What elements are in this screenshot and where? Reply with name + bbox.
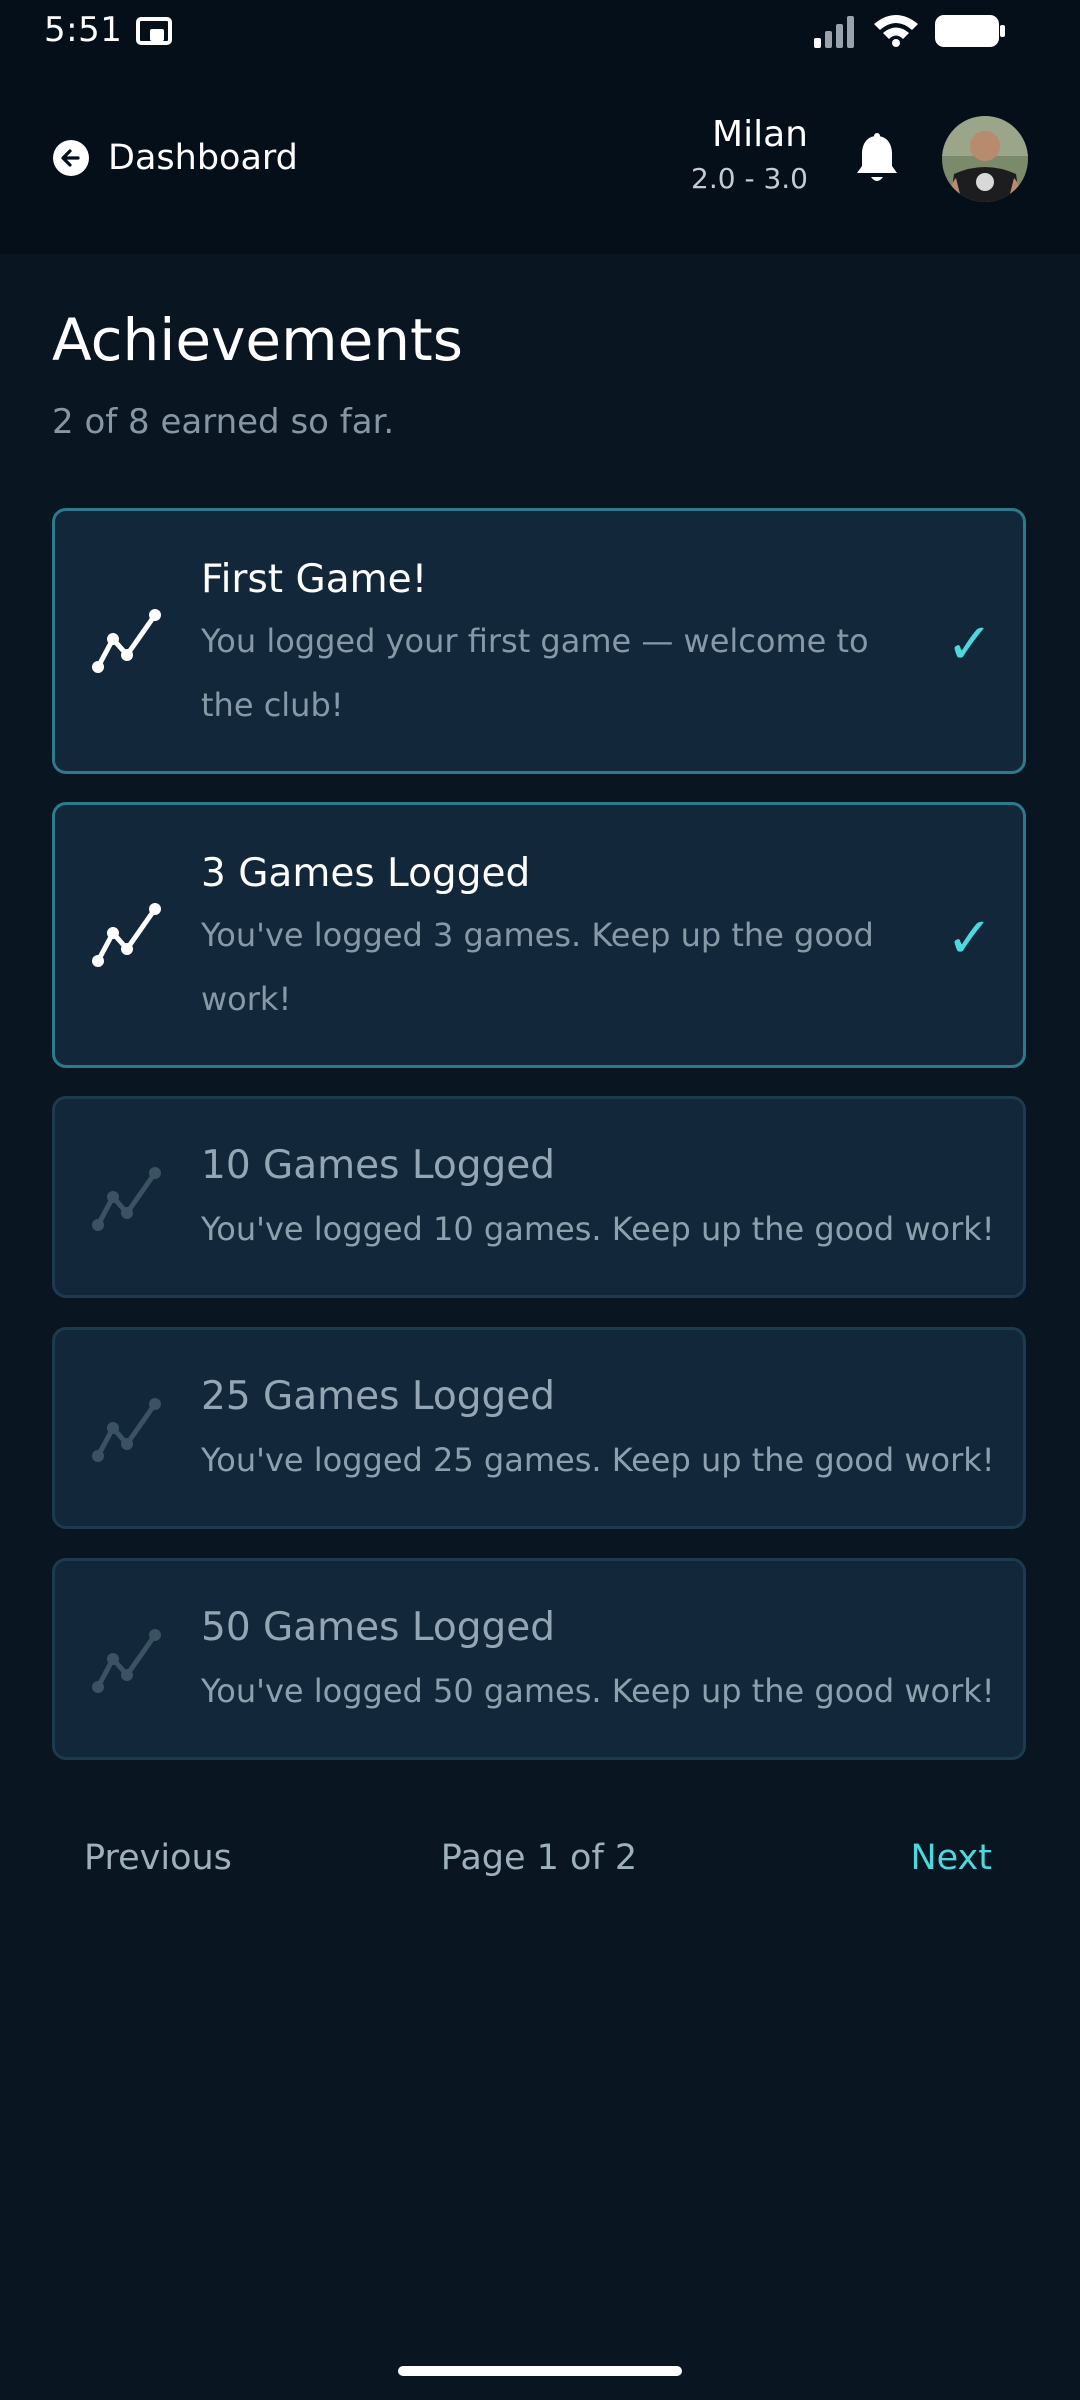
achievement-card-25-games[interactable]: 25 Games Logged You've logged 25 games. … bbox=[52, 1327, 1026, 1529]
trend-line-icon bbox=[92, 1629, 161, 1693]
trend-line-icon bbox=[92, 1167, 161, 1231]
trend-line-icon bbox=[92, 1398, 161, 1462]
user-name: Milan bbox=[712, 114, 808, 155]
checkmark-icon: ✓ bbox=[946, 906, 993, 971]
cast-icon bbox=[136, 17, 172, 45]
achievement-title: 25 Games Logged bbox=[201, 1374, 556, 1419]
next-button[interactable]: Next bbox=[910, 1838, 992, 1878]
page-subtitle: 2 of 8 earned so far. bbox=[52, 402, 395, 442]
battery-icon bbox=[935, 15, 1005, 47]
achievement-description: You've logged 10 games. Keep up the good… bbox=[201, 1210, 995, 1248]
achievement-card-10-games[interactable]: 10 Games Logged You've logged 10 games. … bbox=[52, 1096, 1026, 1298]
trend-line-icon bbox=[92, 903, 161, 967]
trend-line-icon bbox=[92, 609, 161, 673]
achievement-description: You've logged 25 games. Keep up the good… bbox=[201, 1441, 995, 1479]
achievement-card-3-games[interactable]: 3 Games Logged You've logged 3 games. Ke… bbox=[52, 802, 1026, 1068]
app-header: Dashboard Milan 2.0 - 3.0 bbox=[0, 62, 1080, 254]
achievement-description: You've logged 50 games. Keep up the good… bbox=[201, 1672, 995, 1710]
achievement-card-first-game[interactable]: First Game! You logged your first game —… bbox=[52, 508, 1026, 774]
back-label: Dashboard bbox=[108, 138, 298, 178]
achievement-title: 50 Games Logged bbox=[201, 1605, 556, 1650]
status-time: 5:51 bbox=[44, 10, 123, 50]
avatar[interactable] bbox=[942, 116, 1028, 202]
achievement-description: You logged your first game — welcome to … bbox=[201, 622, 869, 724]
achievement-card-50-games[interactable]: 50 Games Logged You've logged 50 games. … bbox=[52, 1558, 1026, 1760]
achievement-title: 3 Games Logged bbox=[201, 851, 531, 896]
arrow-left-circle-icon bbox=[53, 140, 89, 176]
page-title: Achievements bbox=[52, 306, 464, 374]
status-bar: 5:51 bbox=[0, 0, 1080, 62]
achievement-title: First Game! bbox=[201, 557, 428, 602]
signal-icon bbox=[814, 16, 854, 48]
home-indicator[interactable] bbox=[398, 2366, 682, 2376]
checkmark-icon: ✓ bbox=[946, 612, 993, 677]
achievement-description: You've logged 3 games. Keep up the good … bbox=[201, 916, 874, 1018]
dashboard-back-link[interactable]: Dashboard bbox=[52, 136, 298, 180]
pagination: Previous Page 1 of 2 Next bbox=[52, 1834, 1026, 1894]
achievement-title: 10 Games Logged bbox=[201, 1143, 556, 1188]
user-level: 2.0 - 3.0 bbox=[691, 162, 808, 195]
achievement-list: First Game! You logged your first game —… bbox=[52, 508, 1026, 1789]
bell-icon[interactable] bbox=[852, 132, 902, 186]
page-indicator: Page 1 of 2 bbox=[440, 1838, 638, 1878]
wifi-icon bbox=[874, 15, 918, 47]
